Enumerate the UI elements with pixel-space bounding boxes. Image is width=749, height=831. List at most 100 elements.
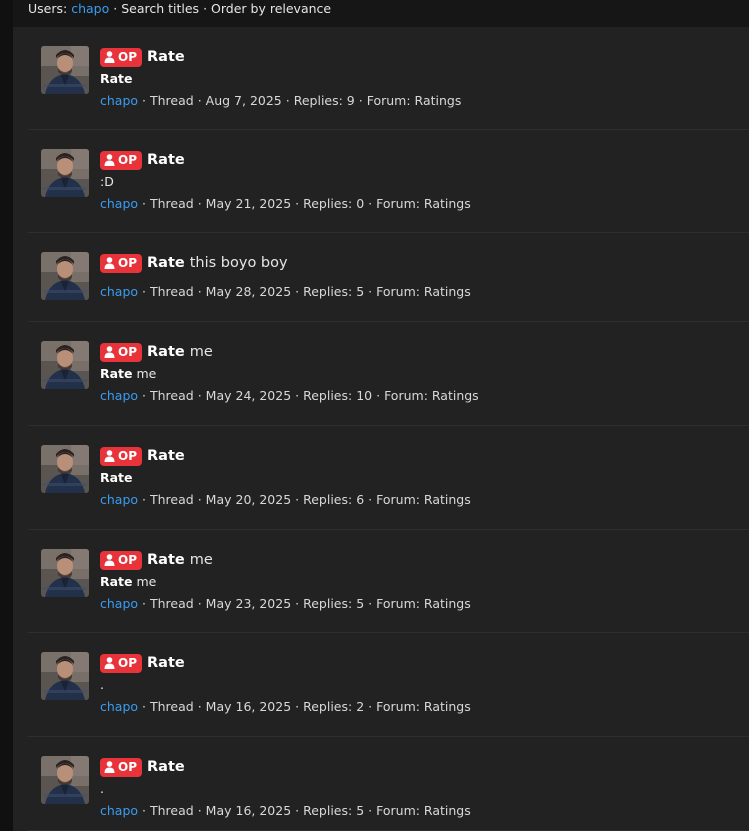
- separator: ·: [368, 492, 373, 507]
- avatar-portrait: [41, 341, 89, 389]
- op-badge: OP: [100, 253, 142, 273]
- result-meta: chapo · Thread · May 16, 2025 · Replies:…: [100, 802, 471, 819]
- op-badge-label: OP: [118, 553, 137, 567]
- title-text[interactable]: me: [190, 552, 213, 568]
- title-highlight[interactable]: Rate: [147, 255, 185, 271]
- search-titles-option[interactable]: Search titles: [121, 1, 199, 16]
- author-link[interactable]: chapo: [100, 699, 138, 714]
- search-result-item: OP Rate:D chapo · Thread · May 21, 2025 · …: [28, 130, 749, 233]
- forum-name[interactable]: Forum: Ratings: [367, 93, 462, 108]
- result-date[interactable]: May 16, 2025: [206, 699, 291, 714]
- title-highlight[interactable]: Rate: [147, 448, 185, 464]
- author-link[interactable]: chapo: [100, 596, 138, 611]
- result-title[interactable]: OP Rate me: [100, 342, 213, 362]
- result-date[interactable]: May 21, 2025: [206, 196, 291, 211]
- result-date[interactable]: May 16, 2025: [206, 803, 291, 818]
- avatar-portrait: [41, 756, 89, 804]
- title-highlight[interactable]: Rate: [147, 655, 185, 671]
- result-date[interactable]: May 20, 2025: [206, 492, 291, 507]
- result-title[interactable]: OP Rate: [100, 47, 185, 67]
- op-badge-label: OP: [118, 449, 137, 463]
- order-by-option[interactable]: Order by relevance: [211, 1, 331, 16]
- user-icon: [104, 346, 115, 358]
- forum-name[interactable]: Forum: Ratings: [376, 699, 471, 714]
- avatar[interactable]: [41, 445, 89, 493]
- avatar[interactable]: [41, 252, 89, 300]
- separator: ·: [142, 596, 147, 611]
- forum-name[interactable]: Forum: Ratings: [376, 196, 471, 211]
- result-date[interactable]: May 28, 2025: [206, 284, 291, 299]
- separator: ·: [368, 596, 373, 611]
- result-title[interactable]: OP Rate this boyo boy: [100, 253, 288, 273]
- user-icon: [104, 657, 115, 669]
- separator: ·: [368, 699, 373, 714]
- title-highlight[interactable]: Rate: [147, 344, 185, 360]
- reply-count: Replies: 0: [303, 196, 365, 211]
- result-date[interactable]: May 24, 2025: [206, 388, 291, 403]
- result-title[interactable]: OP Rate: [100, 653, 185, 673]
- author-link[interactable]: chapo: [100, 93, 138, 108]
- snippet-text: :D: [100, 174, 114, 189]
- separator: ·: [142, 388, 147, 403]
- title-highlight[interactable]: Rate: [147, 759, 185, 775]
- avatar[interactable]: [41, 149, 89, 197]
- separator: ·: [376, 388, 381, 403]
- reply-count: Replies: 5: [303, 803, 365, 818]
- snippet-text: me: [136, 366, 157, 381]
- op-badge: OP: [100, 757, 142, 777]
- result-title[interactable]: OP Rate me: [100, 550, 213, 570]
- result-meta: chapo · Thread · May 23, 2025 · Replies:…: [100, 595, 471, 612]
- separator: ·: [142, 284, 147, 299]
- avatar[interactable]: [41, 549, 89, 597]
- title-text[interactable]: me: [190, 344, 213, 360]
- result-title[interactable]: OP Rate: [100, 446, 185, 466]
- user-icon: [104, 761, 115, 773]
- separator: ·: [368, 284, 373, 299]
- user-icon: [104, 450, 115, 462]
- title-highlight[interactable]: Rate: [147, 552, 185, 568]
- avatar-portrait: [41, 445, 89, 493]
- separator: ·: [197, 803, 202, 818]
- result-date[interactable]: Aug 7, 2025: [206, 93, 282, 108]
- forum-name[interactable]: Forum: Ratings: [384, 388, 479, 403]
- avatar-portrait: [41, 652, 89, 700]
- author-link[interactable]: chapo: [100, 388, 138, 403]
- forum-name[interactable]: Forum: Ratings: [376, 803, 471, 818]
- author-link[interactable]: chapo: [100, 492, 138, 507]
- result-type: Thread: [150, 803, 194, 818]
- user-icon: [104, 154, 115, 166]
- author-link[interactable]: chapo: [100, 803, 138, 818]
- separator: ·: [197, 93, 202, 108]
- separator: ·: [295, 492, 300, 507]
- result-title[interactable]: OP Rate: [100, 757, 185, 777]
- result-meta: chapo · Thread · May 20, 2025 · Replies:…: [100, 491, 471, 508]
- result-type: Thread: [150, 93, 194, 108]
- result-type: Thread: [150, 284, 194, 299]
- op-badge-label: OP: [118, 50, 137, 64]
- op-badge: OP: [100, 653, 142, 673]
- avatar[interactable]: [41, 652, 89, 700]
- op-badge: OP: [100, 550, 142, 570]
- avatar[interactable]: [41, 46, 89, 94]
- forum-name[interactable]: Forum: Ratings: [376, 284, 471, 299]
- forum-name[interactable]: Forum: Ratings: [376, 492, 471, 507]
- result-meta: chapo · Thread · May 16, 2025 · Replies:…: [100, 698, 471, 715]
- result-snippet: :D: [100, 173, 114, 190]
- title-text[interactable]: this boyo boy: [190, 255, 288, 271]
- op-badge-label: OP: [118, 656, 137, 670]
- user-filter-link[interactable]: chapo: [71, 1, 109, 16]
- separator: ·: [142, 803, 147, 818]
- op-badge: OP: [100, 150, 142, 170]
- title-highlight[interactable]: Rate: [147, 49, 185, 65]
- result-title[interactable]: OP Rate: [100, 150, 185, 170]
- op-badge-label: OP: [118, 345, 137, 359]
- avatar[interactable]: [41, 756, 89, 804]
- author-link[interactable]: chapo: [100, 196, 138, 211]
- avatar-portrait: [41, 149, 89, 197]
- author-link[interactable]: chapo: [100, 284, 138, 299]
- result-date[interactable]: May 23, 2025: [206, 596, 291, 611]
- avatar[interactable]: [41, 341, 89, 389]
- forum-name[interactable]: Forum: Ratings: [376, 596, 471, 611]
- separator: ·: [142, 196, 147, 211]
- title-highlight[interactable]: Rate: [147, 152, 185, 168]
